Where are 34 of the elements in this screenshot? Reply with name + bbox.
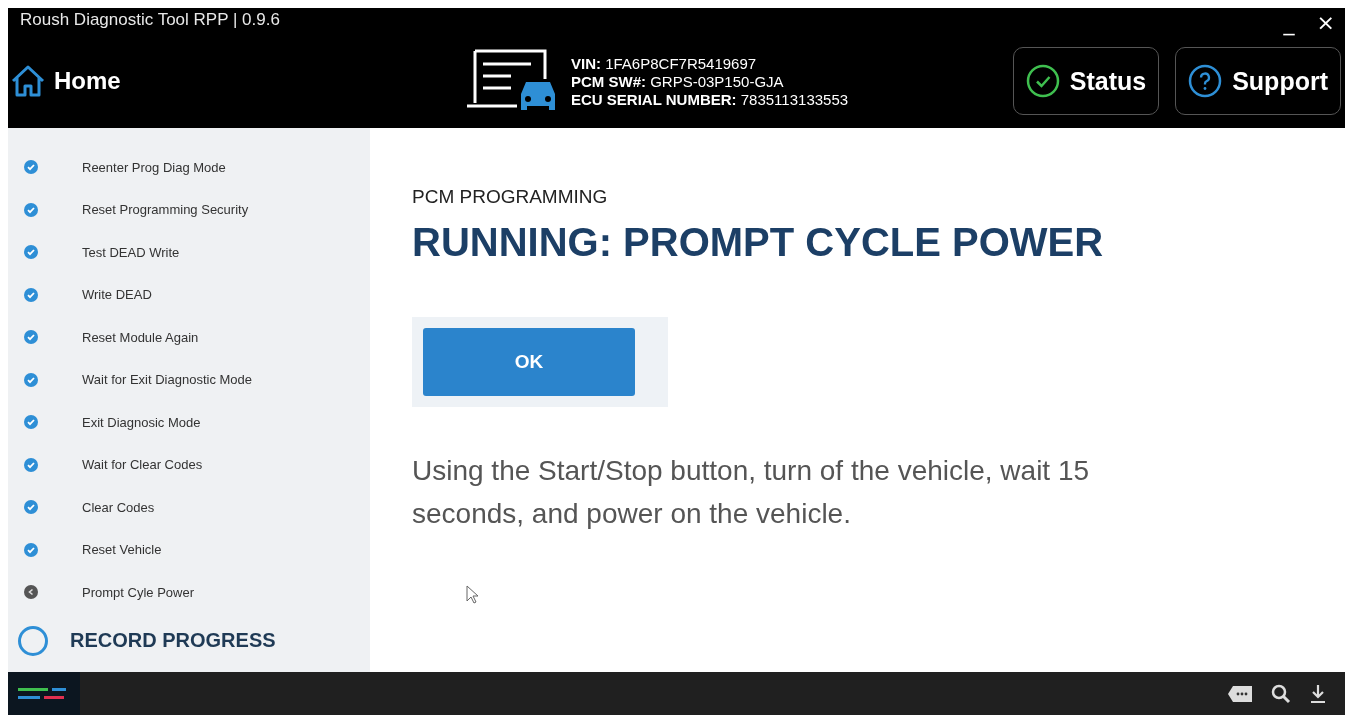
step-label: Test DEAD Write <box>82 244 180 260</box>
download-icon[interactable] <box>1309 683 1327 704</box>
step-label: Reenter Prog Diag Mode <box>82 159 226 175</box>
home-icon <box>10 64 46 98</box>
record-progress-label: RECORD PROGRESS <box>70 629 276 652</box>
window-title: Roush Diagnostic Tool RPP | 0.9.6 <box>20 10 280 30</box>
home-link[interactable]: Home <box>10 64 465 98</box>
ok-button[interactable]: OK <box>423 328 635 396</box>
step-label: Reset Module Again <box>82 329 199 345</box>
check-circle-icon <box>1025 64 1060 98</box>
support-button[interactable]: Support <box>1175 47 1341 115</box>
step-label: Wait for Clear Codes <box>82 457 203 473</box>
step-label: Exit Diagnosic Mode <box>82 414 201 430</box>
instruction-text: Using the Start/Stop button, turn of the vehicle, wait 15 seconds, and power on the vehicle. <box>412 454 1091 531</box>
vehicle-info-line: VIN: 1FA6P8CF7R5419697 <box>571 54 758 72</box>
step-label: Prompt Cyle Power <box>82 584 194 600</box>
record-progress-radio[interactable] <box>18 625 48 656</box>
section-label: PCM PROGRAMMING <box>412 186 609 208</box>
mouse-pointer-icon <box>466 585 480 605</box>
message-icon[interactable] <box>1227 684 1253 703</box>
page-heading: RUNNING: PROMPT CYCLE POWER <box>412 220 1105 265</box>
step-label: Wait for Exit Diagnostic Mode <box>82 372 253 388</box>
vehicle-info-line: ECU SERIAL NUMBER: 7835113133553 <box>571 90 849 108</box>
status-button[interactable]: Status <box>1012 47 1160 115</box>
step-label: Write DEAD <box>82 287 152 303</box>
search-icon[interactable] <box>1271 683 1291 704</box>
minimize-button[interactable]: _ <box>1281 10 1297 36</box>
close-button[interactable]: × <box>1314 10 1337 36</box>
step-label: Clear Codes <box>82 499 155 515</box>
app-taskbar-button[interactable] <box>8 672 80 715</box>
help-circle-icon <box>1188 64 1223 98</box>
step-label: Reset Programming Security <box>82 202 249 218</box>
vehicle-info-line: PCM SW#: GRPS-03P150-GJA <box>571 72 785 90</box>
step-label: Reset Vehicle <box>82 542 162 558</box>
